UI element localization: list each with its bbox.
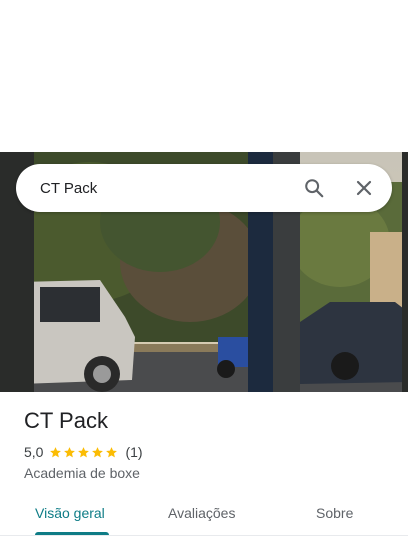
close-icon[interactable]: [344, 168, 384, 208]
star-icon: [106, 446, 118, 457]
tab-about[interactable]: Sobre: [316, 505, 353, 521]
search-icon[interactable]: [294, 168, 334, 208]
search-input[interactable]: CT Pack: [40, 180, 294, 197]
star-icon: [64, 446, 76, 457]
rating-value: 5,0: [24, 444, 44, 460]
rating-row[interactable]: 5,0 (1): [24, 444, 143, 460]
search-bar[interactable]: CT Pack: [16, 164, 392, 212]
tab-bar: Visão geral Avaliações Sobre: [0, 496, 408, 536]
tab-overview[interactable]: Visão geral: [35, 505, 105, 521]
map-blank-area: [0, 0, 408, 152]
place-category: Academia de boxe: [24, 465, 140, 481]
star-rating: [49, 446, 119, 459]
star-icon: [92, 446, 104, 457]
place-title: CT Pack: [24, 408, 108, 433]
active-tab-indicator: [35, 532, 109, 535]
review-count[interactable]: (1): [125, 444, 142, 460]
star-icon: [78, 446, 90, 457]
tab-reviews[interactable]: Avaliações: [168, 505, 235, 521]
star-icon: [50, 446, 62, 457]
